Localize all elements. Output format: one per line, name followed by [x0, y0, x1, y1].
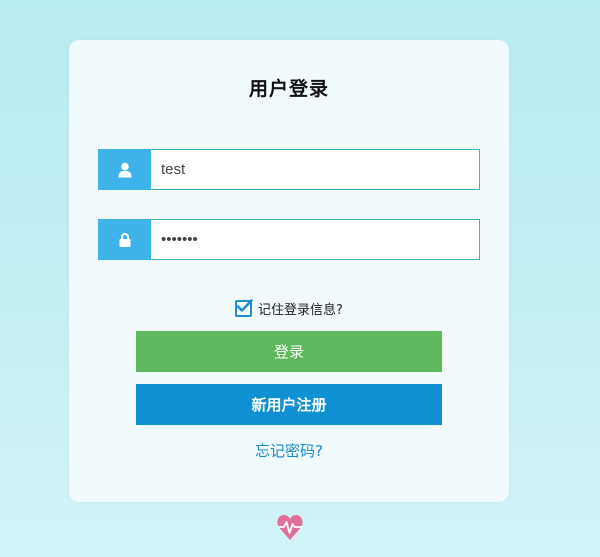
- password-field: [98, 219, 480, 260]
- remember-label: 记住登录信息?: [258, 303, 343, 318]
- login-button[interactable]: 登录: [136, 331, 442, 372]
- register-button[interactable]: 新用户注册: [136, 384, 442, 425]
- login-card: 用户登录 记住登录信息? 登录 新用户注册 忘记密码?: [69, 40, 509, 502]
- lock-icon: [98, 219, 151, 260]
- user-icon: [98, 149, 151, 190]
- remember-checkbox[interactable]: [235, 299, 253, 317]
- forgot-password-link[interactable]: 忘记密码?: [69, 440, 509, 461]
- password-input[interactable]: [151, 219, 480, 260]
- username-input[interactable]: [151, 149, 480, 190]
- remember-me[interactable]: 记住登录信息?: [69, 299, 509, 318]
- page-title: 用户登录: [248, 78, 329, 100]
- heart-pulse-icon: [277, 513, 303, 541]
- username-field: [98, 149, 480, 190]
- check-icon: [236, 299, 253, 312]
